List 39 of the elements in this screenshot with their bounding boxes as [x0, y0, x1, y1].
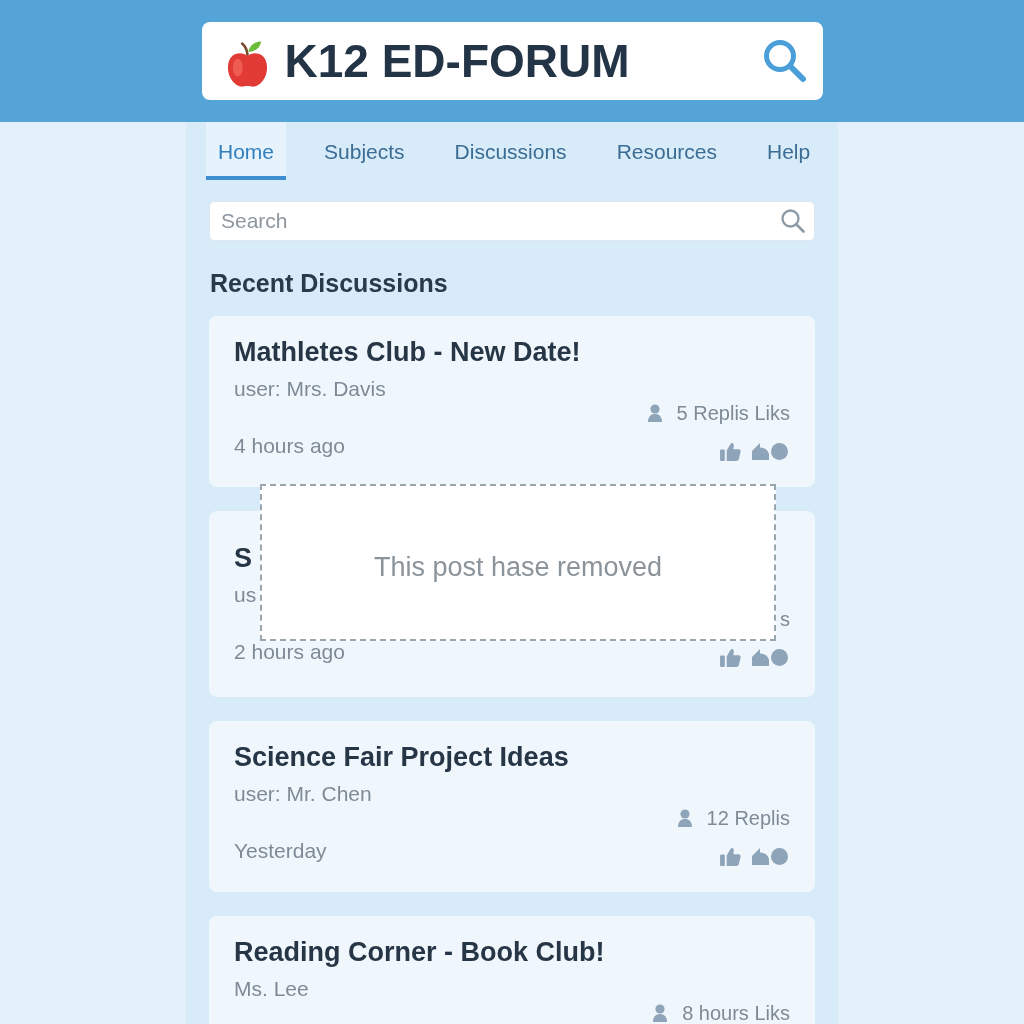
post-title[interactable]: Science Fair Project Ideas [234, 741, 569, 773]
post-card[interactable]: Reading Corner - Book Club! Ms. Lee 8 hours Liks [209, 916, 815, 1024]
post-time: 2 hours ago [234, 642, 345, 662]
nav-tab[interactable]: Discussions [442, 122, 579, 180]
post-time: 4 hours ago [234, 436, 345, 456]
reply-icon[interactable] [752, 442, 788, 460]
post-card[interactable]: Science Fair Project Ideas user: Mr. Chen Yesterday 12 Replis [209, 721, 815, 892]
nav-tab[interactable]: Resources [604, 122, 729, 180]
post-author: user: Mr. Chen [234, 781, 372, 807]
post-stats: 12 Replis [706, 807, 790, 829]
reply-icon[interactable] [752, 847, 788, 865]
post-author: us [234, 582, 257, 608]
post-stats: s [780, 608, 790, 630]
search-icon[interactable] [781, 209, 805, 233]
thumbs-up-icon[interactable] [720, 647, 741, 667]
section-heading: Recent Discussions [210, 268, 448, 298]
user-icon [676, 809, 693, 827]
removed-notice-text: This post hase removed [373, 550, 663, 583]
user-icon [652, 1004, 669, 1022]
thumbs-up-icon[interactable] [720, 441, 741, 461]
post-author: user: Mrs. Davis [234, 376, 386, 402]
nav-tab[interactable]: Subjects [312, 122, 417, 180]
post-time: Yesterday [234, 841, 327, 861]
post-title[interactable]: S [234, 542, 252, 574]
nav-tab[interactable]: Home [206, 122, 287, 180]
user-icon [646, 404, 663, 422]
post-stats: 8 hours Liks [682, 1002, 790, 1024]
post-author: Ms. Lee [234, 976, 309, 1002]
search-icon[interactable] [762, 39, 807, 83]
reply-icon[interactable] [752, 648, 788, 666]
post-card[interactable]: Mathletes Club - New Date! user: Mrs. Davis 4 hours ago 5 Replis Liks [209, 316, 815, 487]
search-field[interactable]: Search [209, 201, 815, 241]
post-stats: 5 Replis Liks [676, 402, 790, 424]
nav-tab[interactable]: Help [755, 122, 823, 180]
site-title: K12 ED-FORUM [284, 38, 630, 84]
apple-icon [225, 40, 269, 88]
post-title[interactable]: Reading Corner - Book Club! [234, 936, 605, 968]
thumbs-up-icon[interactable] [720, 846, 741, 866]
post-title[interactable]: Mathletes Club - New Date! [234, 336, 581, 368]
